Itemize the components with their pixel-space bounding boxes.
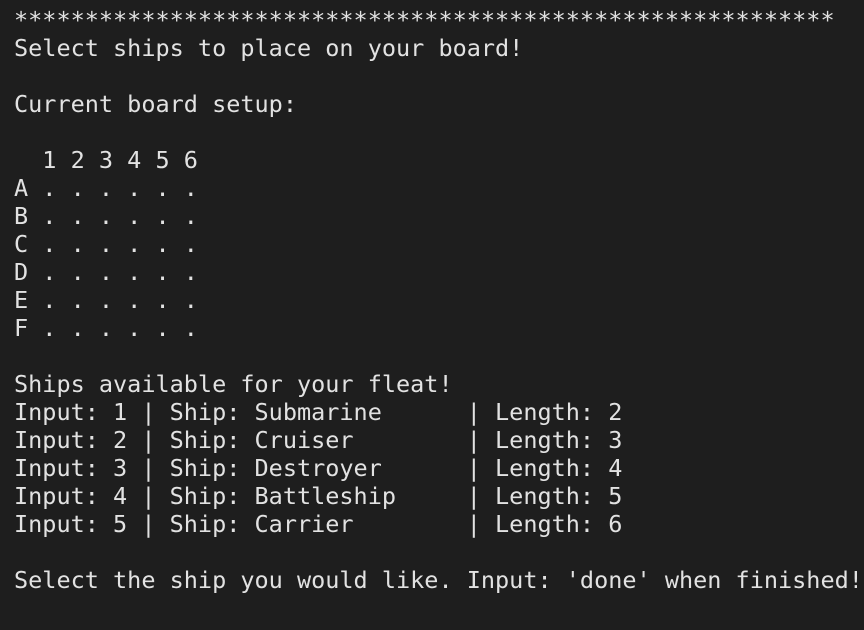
board-row-c: C . . . . . . [14,230,198,258]
input-line[interactable] [14,594,864,622]
board-row-f: F . . . . . . [14,314,198,342]
board-row-e: E . . . . . . [14,286,198,314]
ship-option-submarine: Input: 1 | Ship: Submarine | Length: 2 [14,398,623,426]
ship-option-cruiser: Input: 2 | Ship: Cruiser | Length: 3 [14,426,623,454]
input-prompt: Select the ship you would like. Input: '… [14,566,863,594]
ship-option-carrier: Input: 5 | Ship: Carrier | Length: 6 [14,510,623,538]
board-row-a: A . . . . . . [14,174,198,202]
ship-option-destroyer: Input: 3 | Ship: Destroyer | Length: 4 [14,454,623,482]
terminal-window: ****************************************… [14,6,864,622]
instruction-text: Select ships to place on your board! [14,34,524,62]
separator-line: ****************************************… [14,6,835,34]
board-row-d: D . . . . . . [14,258,198,286]
board-column-header: 1 2 3 4 5 6 [14,146,198,174]
ships-available-heading: Ships available for your fleat! [14,370,453,398]
board-row-b: B . . . . . . [14,202,198,230]
board-setup-heading: Current board setup: [14,90,297,118]
ship-option-battleship: Input: 4 | Ship: Battleship | Length: 5 [14,482,623,510]
